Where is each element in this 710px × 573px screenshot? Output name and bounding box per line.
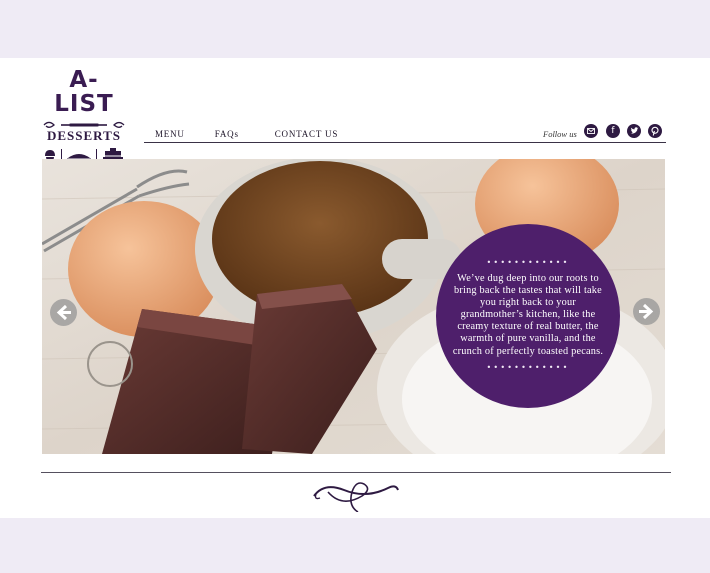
nav-faqs-link[interactable]: FAQs [215, 129, 239, 139]
chevron-right-icon [639, 303, 654, 320]
facebook-icon[interactable]: f [606, 124, 620, 138]
site-logo[interactable]: A-LIST DESSERTS [42, 66, 126, 164]
prev-slide-button[interactable] [50, 299, 77, 326]
main-nav: MENU FAQs CONTACT US [155, 129, 368, 139]
flourish-ornament-icon [310, 478, 402, 517]
footer-divider [41, 472, 671, 473]
next-slide-button[interactable] [633, 298, 660, 325]
dots-divider-top: •••••••••••• [486, 258, 570, 267]
hero-message-circle: •••••••••••• We’ve dug deep into our roo… [436, 224, 620, 408]
email-icon[interactable] [584, 124, 598, 138]
follow-us-label: Follow us [543, 129, 577, 139]
dots-divider-bottom: •••••••••••• [486, 362, 570, 372]
nav-menu-link[interactable]: MENU [155, 129, 185, 139]
pinterest-icon[interactable] [648, 124, 662, 138]
logo-title: A-LIST [54, 67, 114, 117]
twitter-icon[interactable] [627, 124, 641, 138]
chevron-left-icon [56, 304, 71, 321]
hero-message-text: We’ve dug deep into our roots to bring b… [452, 273, 604, 357]
nav-divider [144, 142, 666, 143]
nav-contact-link[interactable]: CONTACT US [275, 129, 338, 139]
logo-subtitle: DESSERTS [46, 128, 122, 143]
rolling-pin-flourish-icon [42, 117, 126, 128]
